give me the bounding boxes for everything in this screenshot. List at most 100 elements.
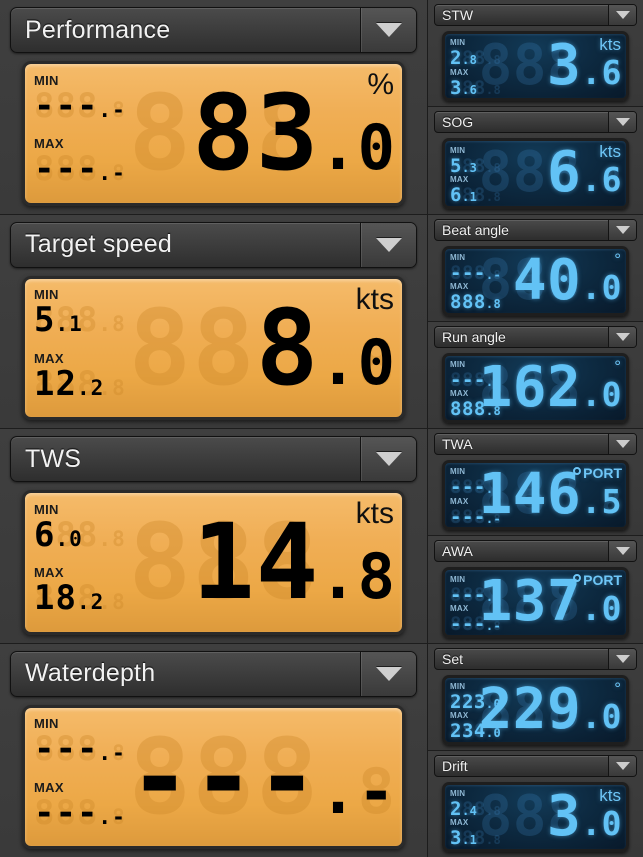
- panel-dropdown-button[interactable]: [360, 222, 416, 267]
- panel-set: Set MIN 888.8 223.0 MAX 888.8 234.0 888.8 229.0 °: [428, 643, 643, 751]
- lcd-display-waterdepth[interactable]: MIN 888.8 ---.- MAX 888.8 ---.- 888.8 ---.-: [22, 704, 405, 849]
- panel-header-waterdepth[interactable]: Waterdepth: [10, 650, 417, 697]
- chevron-down-icon: [375, 666, 402, 681]
- panel-target-speed: Target speed MIN 888.8 5.1 MAX 888.8 12.2 888…: [0, 214, 427, 429]
- chevron-down-icon: [615, 225, 630, 234]
- panel-title: Target speed: [25, 230, 172, 258]
- unit-label: kts: [355, 282, 394, 316]
- chevron-down-icon: [615, 118, 630, 127]
- port-label: PORT: [583, 465, 622, 481]
- unit-label: kts: [355, 497, 394, 530]
- panel-title: SOG: [442, 114, 474, 131]
- panel-title: STW: [442, 7, 474, 23]
- min-value: 6.0: [34, 514, 83, 555]
- max-value: 6.1: [450, 183, 478, 206]
- chevron-down-icon: [615, 11, 630, 19]
- lcd-display-awa[interactable]: MIN 888.8 ---.- MAX 888.8 ---.- 888.8 137.0 PORT: [442, 567, 629, 638]
- primary-readout: 888.8 40.0: [479, 249, 622, 311]
- panel-dropdown-button[interactable]: [608, 112, 636, 133]
- panel-run-angle: Run angle MIN 888.8 ---.- MAX 888.8 888.8 888.8…: [428, 321, 643, 429]
- port-indicator: PORT: [573, 572, 622, 588]
- chevron-down-icon: [615, 332, 630, 341]
- panel-dropdown-button[interactable]: [360, 8, 416, 52]
- port-indicator: PORT: [573, 465, 622, 481]
- panel-header-twa[interactable]: TWA: [434, 433, 637, 455]
- panel-header-run-angle[interactable]: Run angle: [434, 325, 637, 348]
- panel-dropdown-button[interactable]: [608, 5, 636, 25]
- panel-title: Run angle: [442, 328, 506, 345]
- panel-title: Performance: [25, 15, 171, 44]
- min-value: 5.1: [34, 300, 83, 341]
- panel-header-performance[interactable]: Performance: [10, 7, 417, 53]
- chevron-down-icon: [615, 761, 630, 770]
- lcd-display-twa[interactable]: MIN 888.8 ---.- MAX 888.8 ---.- 888.8 146.5 PORT: [442, 460, 629, 531]
- unit-label: °: [614, 249, 621, 269]
- panel-twa: TWA MIN 888.8 ---.- MAX 888.8 ---.- 888.8 146.5 P…: [428, 429, 643, 537]
- lcd-display-drift[interactable]: MIN 888.8 2.4 MAX 888.8 3.1 888.8 3.0 kts: [442, 781, 629, 852]
- panel-tws: TWS MIN 888.8 6.0 MAX 888.8 18.2 888.8 14.8 kt…: [0, 429, 427, 644]
- unit-label: °: [614, 356, 621, 376]
- primary-value: 229.0: [478, 676, 622, 742]
- lcd-display-stw[interactable]: MIN 888.8 2.8 MAX 888.8 3.6 888.8 3.6 kts: [442, 31, 629, 102]
- chevron-down-icon: [375, 452, 402, 466]
- lcd-display-set[interactable]: MIN 888.8 223.0 MAX 888.8 234.0 888.8 229.0 °: [442, 674, 629, 745]
- panel-header-drift[interactable]: Drift: [434, 754, 637, 777]
- panel-title: Beat angle: [442, 221, 509, 238]
- panel-awa: AWA MIN 888.8 ---.- MAX 888.8 ---.- 888.8 137.0 P…: [428, 536, 643, 644]
- max-value: 18.2: [34, 578, 105, 619]
- lcd-display-run-angle[interactable]: MIN 888.8 ---.- MAX 888.8 888.8 888.8 162.0 °: [442, 352, 629, 423]
- panel-dropdown-button[interactable]: [608, 648, 636, 669]
- primary-value: 83.0: [192, 72, 396, 195]
- primary-value: 40.0: [512, 247, 622, 313]
- lcd-display-beat-angle[interactable]: MIN 888.8 ---.- MAX 888.8 888.8 888.8 40.0 °: [442, 245, 629, 316]
- chevron-down-icon: [615, 547, 630, 556]
- lcd-display-target-speed[interactable]: MIN 888.8 5.1 MAX 888.8 12.2 888.8 8.0 kts: [22, 275, 405, 420]
- min-value: ---.-: [34, 85, 126, 126]
- chevron-down-icon: [375, 237, 402, 252]
- panel-dropdown-button[interactable]: [608, 434, 636, 454]
- panel-header-stw[interactable]: STW: [434, 4, 637, 26]
- panel-header-beat-angle[interactable]: Beat angle: [434, 218, 637, 241]
- left-instrument-column: Performance MIN 888.8 ---.- MAX 888.8 ---.- 888…: [0, 0, 428, 857]
- panel-title: Waterdepth: [25, 659, 156, 687]
- panel-header-awa[interactable]: AWA: [434, 540, 637, 563]
- min-value: ---.-: [34, 729, 126, 770]
- panel-header-set[interactable]: Set: [434, 647, 637, 670]
- panel-dropdown-button[interactable]: [360, 651, 416, 696]
- chevron-down-icon: [615, 440, 630, 448]
- panel-title: TWS: [25, 444, 82, 473]
- panel-dropdown-button[interactable]: [608, 541, 636, 562]
- unit-label: kts: [599, 35, 621, 54]
- panel-title: TWA: [442, 436, 473, 452]
- primary-readout: 888.8 ---.-: [129, 712, 396, 843]
- max-value: 3.1: [450, 827, 478, 850]
- panel-beat-angle: Beat angle MIN 888.8 ---.- MAX 888.8 888.8 888.…: [428, 214, 643, 322]
- lcd-display-tws[interactable]: MIN 888.8 6.0 MAX 888.8 18.2 888.8 14.8 kts: [22, 490, 405, 635]
- panel-performance: Performance MIN 888.8 ---.- MAX 888.8 ---.- 888…: [0, 0, 427, 215]
- panel-title: Drift: [442, 757, 468, 774]
- lcd-display-performance[interactable]: MIN 888.8 ---.- MAX 888.8 ---.- 888.8 83.0%: [22, 61, 405, 206]
- panel-header-tws[interactable]: TWS: [10, 436, 417, 482]
- panel-sog: SOG MIN 888.8 5.3 MAX 888.8 6.1 888.8 6.6 kts: [428, 107, 643, 215]
- panel-dropdown-button[interactable]: [608, 219, 636, 240]
- panel-dropdown-button[interactable]: [608, 755, 636, 776]
- unit-label: %: [367, 68, 394, 101]
- lcd-display-sog[interactable]: MIN 888.8 5.3 MAX 888.8 6.1 888.8 6.6 kts: [442, 138, 629, 209]
- primary-value: 162.0: [478, 354, 622, 420]
- chevron-down-icon: [615, 654, 630, 663]
- panel-title: AWA: [442, 543, 473, 560]
- unit-label: kts: [599, 785, 621, 805]
- panel-dropdown-button[interactable]: [360, 437, 416, 481]
- max-value: ---.-: [34, 149, 126, 190]
- max-value: 3.6: [450, 76, 478, 99]
- degree-circle-icon: [573, 573, 582, 582]
- instrument-dashboard: Performance MIN 888.8 ---.- MAX 888.8 ---.- 888…: [0, 0, 643, 857]
- primary-value: ---.-: [128, 715, 396, 838]
- max-value: 12.2: [34, 363, 105, 404]
- panel-header-sog[interactable]: SOG: [434, 111, 637, 134]
- primary-readout: 888.8 83.0: [129, 68, 396, 199]
- panel-header-target-speed[interactable]: Target speed: [10, 221, 417, 268]
- unit-label: kts: [599, 142, 621, 162]
- primary-readout: 888.8 162.0: [479, 356, 622, 418]
- panel-dropdown-button[interactable]: [608, 326, 636, 347]
